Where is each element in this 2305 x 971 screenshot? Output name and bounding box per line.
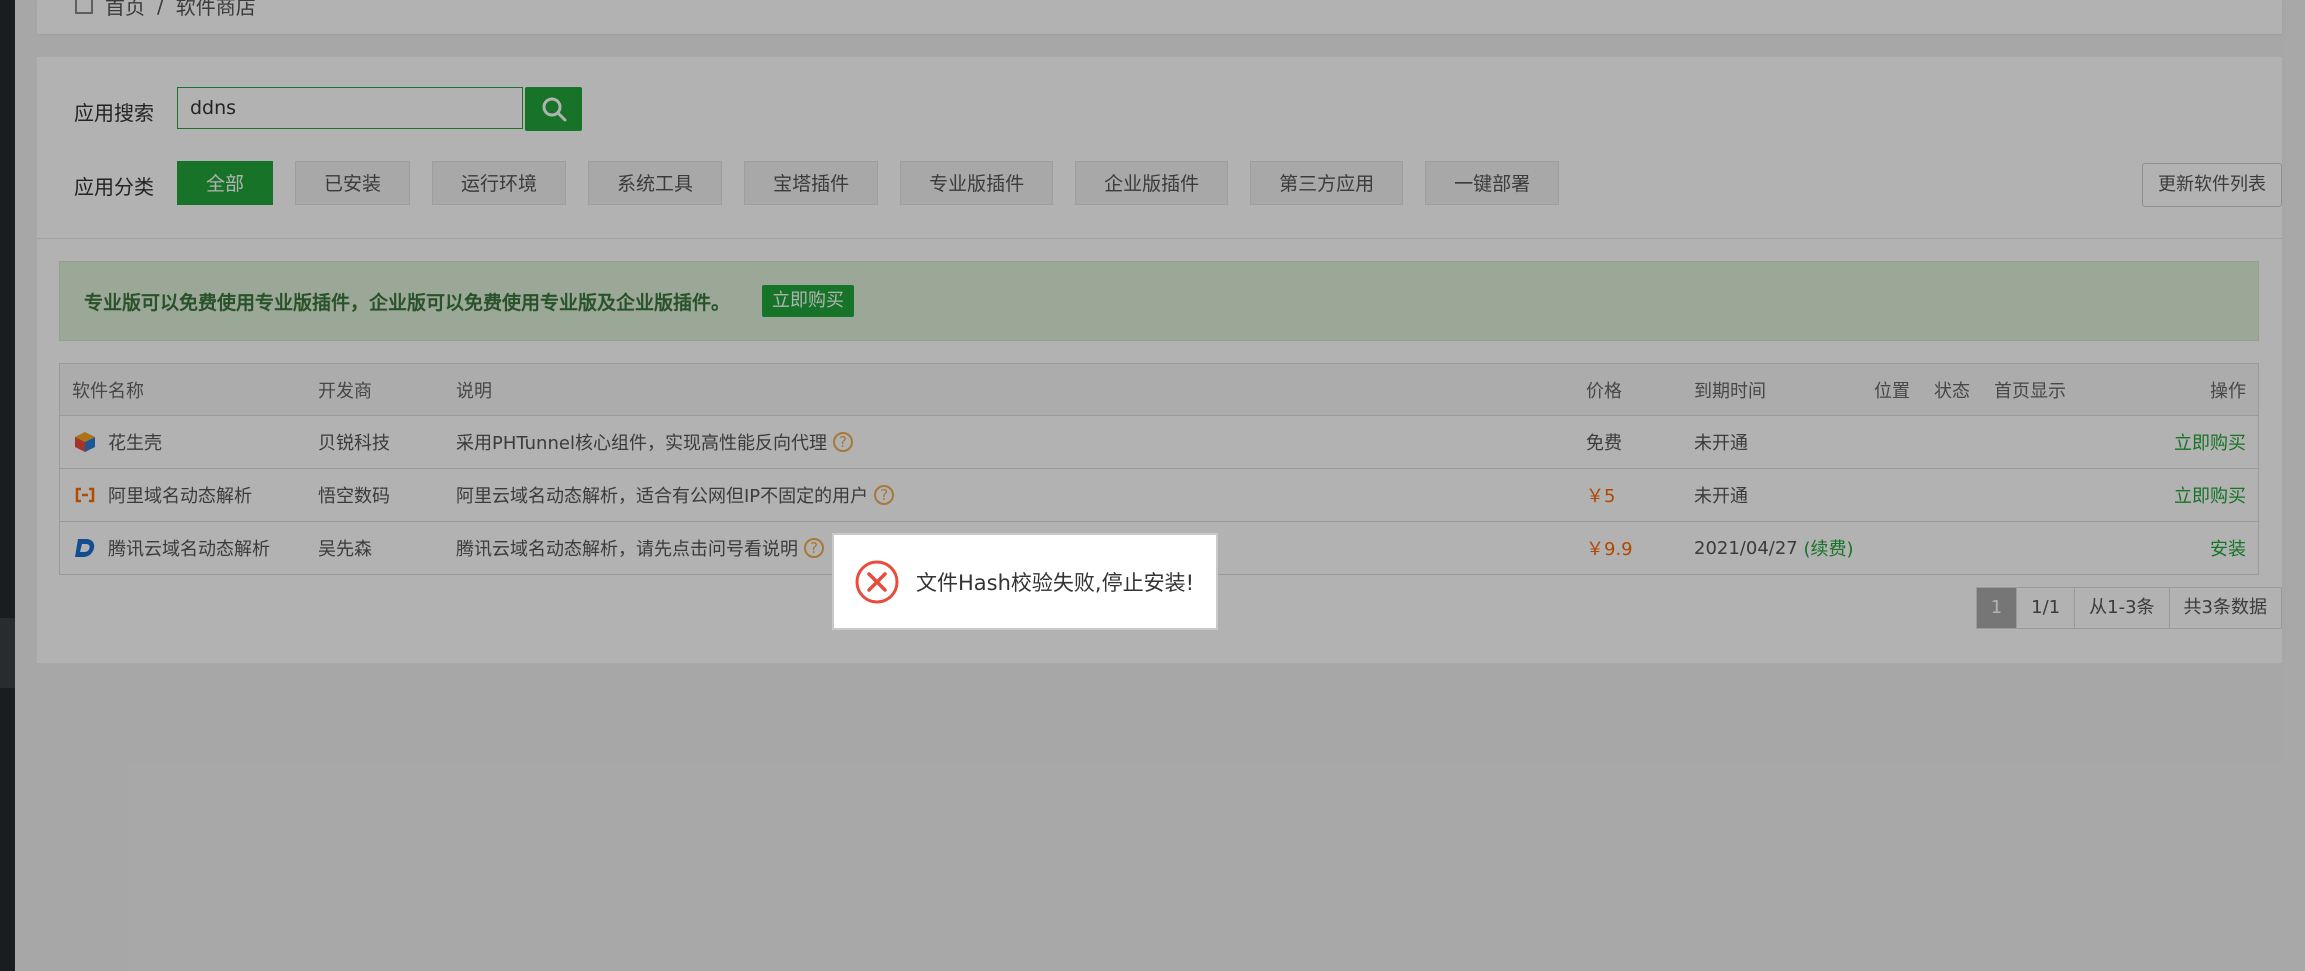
error-circle-icon	[855, 560, 899, 603]
modal-overlay[interactable]	[0, 0, 2305, 971]
toast-message: 文件Hash校验失败,停止安装!	[916, 570, 1195, 595]
error-toast: 文件Hash校验失败,停止安装!	[832, 533, 1218, 630]
